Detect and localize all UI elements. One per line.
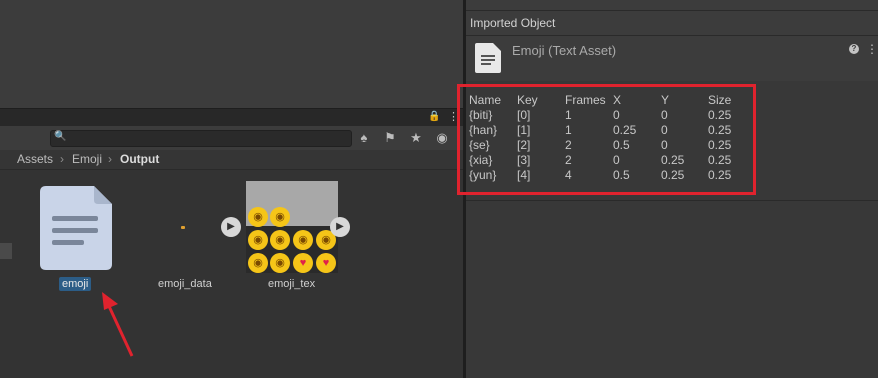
divider-line: [466, 200, 878, 201]
favorites-star-icon[interactable]: ★: [406, 129, 426, 147]
emoji-face-icon: ◉: [248, 253, 268, 273]
search-input[interactable]: [50, 130, 352, 147]
emoji-face-icon: ◉: [248, 230, 268, 250]
emoji-heart-eyes-icon: ♥: [316, 253, 336, 273]
breadcrumb-separator-icon: ›: [108, 152, 112, 166]
text-document-icon[interactable]: [40, 186, 112, 270]
asset-label-emoji[interactable]: emoji: [59, 277, 92, 291]
asset-name: Emoji (Text Asset): [512, 43, 617, 58]
play-icon[interactable]: ▶: [330, 217, 350, 237]
text-asset-icon: [475, 43, 501, 73]
inspector-top-strip: [466, 0, 878, 11]
help-icon[interactable]: ?: [849, 44, 859, 54]
emoji-face-icon: ◉: [293, 230, 313, 250]
breadcrumb: [0, 150, 463, 170]
red-highlight-box: [457, 84, 756, 195]
search-icon: 🔍: [54, 131, 67, 142]
breadcrumb-separator-icon: ›: [60, 152, 64, 166]
filter-by-type-icon[interactable]: ♠: [354, 129, 374, 147]
asset-label-emoji-tex[interactable]: emoji_tex: [268, 278, 315, 290]
play-icon[interactable]: ▶: [221, 217, 241, 237]
emoji-face-icon: ◉: [270, 253, 290, 273]
breadcrumb-item-emoji[interactable]: Emoji: [72, 152, 102, 166]
asset-label-emoji-data[interactable]: emoji_data: [158, 278, 212, 290]
filter-by-label-icon[interactable]: ⚑: [380, 129, 400, 147]
folder-tree-selection[interactable]: [0, 243, 12, 259]
breadcrumb-item-assets[interactable]: Assets: [17, 152, 53, 166]
tiny-sprite-icon[interactable]: [181, 226, 185, 229]
emoji-face-icon: ◉: [248, 207, 268, 227]
breadcrumb-item-output[interactable]: Output: [120, 152, 159, 166]
emoji-face-icon: ◉: [270, 207, 290, 227]
scene-view-area: [0, 0, 463, 108]
emoji-heart-eyes-icon: ♥: [293, 253, 313, 273]
red-arrow-icon: [98, 290, 138, 363]
inspector-title: Imported Object: [470, 16, 556, 30]
project-window-header: [0, 108, 463, 127]
kebab-menu-icon[interactable]: ⋮: [866, 42, 878, 56]
lock-icon[interactable]: 🔒: [428, 111, 440, 122]
emoji-face-icon: ◉: [270, 230, 290, 250]
hidden-packages-icon[interactable]: ◉: [432, 129, 452, 147]
